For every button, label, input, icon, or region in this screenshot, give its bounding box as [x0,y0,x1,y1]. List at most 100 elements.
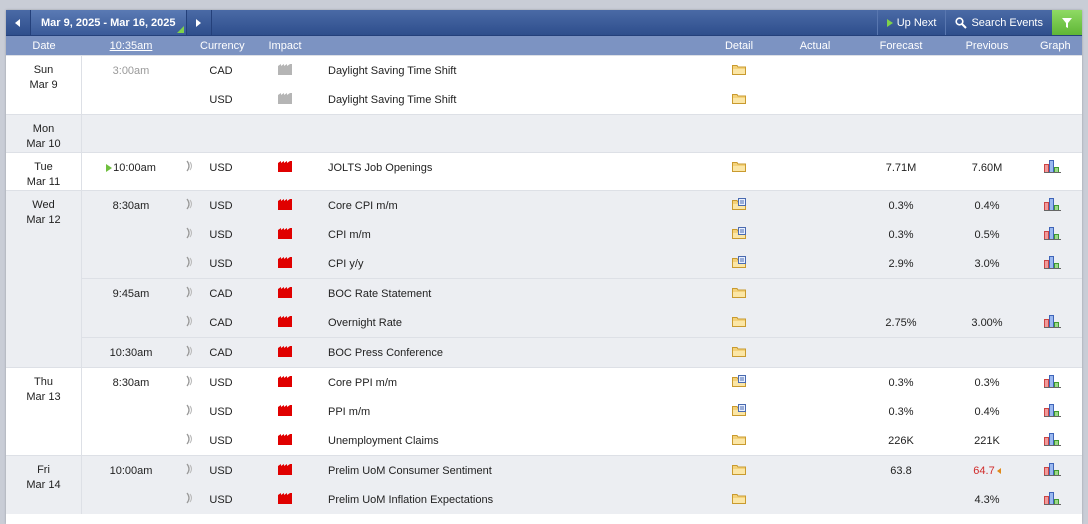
prev-week-button[interactable] [6,10,31,35]
detail-folder-icon[interactable] [716,286,762,301]
event-row[interactable]: USD PPI m/m 0.3% 0.4% [82,397,1082,426]
event-title[interactable]: Core CPI m/m [328,200,716,212]
event-row[interactable]: 8:30am USD Core CPI m/m 0.3% 0.4% [82,191,1082,220]
event-row[interactable]: USD CPI y/y 2.9% 3.0% [82,249,1082,278]
alert-icon[interactable] [180,433,200,448]
alert-icon[interactable] [180,198,200,213]
impact-icon[interactable] [242,433,328,448]
graph-icon[interactable] [1040,314,1064,331]
col-time-current[interactable]: 10:35am [82,40,180,52]
event-row[interactable]: 8:30am USD Core PPI m/m 0.3% 0.3% [82,368,1082,397]
event-title[interactable]: Prelim UoM Consumer Sentiment [328,465,716,477]
event-row[interactable]: 10:30am CAD BOC Press Conference [82,337,1082,367]
graph-icon[interactable] [1040,226,1064,243]
impact-icon[interactable] [242,92,328,107]
graph-icon[interactable] [1040,491,1064,508]
event-row[interactable]: CAD Overnight Rate 2.75% 3.00% [82,308,1082,337]
event-row[interactable]: 10:00am USD Prelim UoM Consumer Sentiment 6… [82,456,1082,485]
graph-icon[interactable] [1040,197,1064,214]
previous-value: 64.7 [973,464,995,477]
graph-icon[interactable] [1040,432,1064,449]
graph-icon[interactable] [1040,403,1064,420]
alert-icon[interactable] [180,345,200,360]
alert-icon[interactable] [180,492,200,507]
next-week-button[interactable] [187,10,212,35]
event-time: 3:00am [112,64,150,77]
filter-button[interactable] [1052,10,1082,35]
event-time: 10:00am [109,464,153,477]
alert-icon[interactable] [180,227,200,242]
impact-icon[interactable] [242,63,328,78]
graph-icon[interactable] [1040,374,1064,391]
alert-icon[interactable] [180,463,200,478]
detail-folder-icon[interactable] [716,492,762,507]
detail-folder-icon[interactable] [716,463,762,478]
previous-cell: 3.00% [934,317,1040,329]
detail-folder-icon[interactable] [716,433,762,448]
event-row[interactable]: 10:00am USD JOLTS Job Openings 7.71M 7.60M [82,153,1082,182]
graph-icon[interactable] [1040,255,1064,272]
filter-icon [1062,17,1072,28]
event-row[interactable]: 9:45am CAD BOC Rate Statement [82,278,1082,308]
up-next-button[interactable]: Up Next [876,10,946,35]
day-label: Mon Mar 10 [6,115,82,152]
event-title[interactable]: Daylight Saving Time Shift [328,94,716,106]
alert-icon[interactable] [180,404,200,419]
event-title[interactable]: BOC Rate Statement [328,288,716,300]
event-title[interactable]: JOLTS Job Openings [328,162,716,174]
forecast-value: 7.71M [885,161,917,174]
currency: USD [209,161,233,174]
col-forecast: Forecast [879,39,923,52]
previous-value: 4.3% [974,493,1000,506]
impact-icon[interactable] [242,345,328,360]
event-row[interactable]: USD Unemployment Claims 226K 221K [82,426,1082,455]
event-title[interactable]: Unemployment Claims [328,435,716,447]
event-row[interactable]: USD Prelim UoM Inflation Expectations 4.3% [82,485,1082,514]
weekday: Mon [32,123,55,135]
impact-icon[interactable] [242,492,328,507]
alert-icon[interactable] [180,375,200,390]
detail-folder-icon[interactable] [716,256,762,271]
revised-arrow-icon[interactable] [996,467,1001,474]
detail-folder-icon[interactable] [716,160,762,175]
calendar-body: Sun Mar 9 3:00am CAD Daylight Saving Time Sh… [6,55,1082,514]
search-events-button[interactable]: Search Events [945,10,1052,35]
event-row[interactable]: USD Daylight Saving Time Shift [82,85,1082,114]
impact-icon[interactable] [242,375,328,390]
impact-icon[interactable] [242,227,328,242]
event-title[interactable]: Overnight Rate [328,317,716,329]
event-title[interactable]: Prelim UoM Inflation Expectations [328,494,716,506]
impact-icon[interactable] [242,404,328,419]
impact-icon[interactable] [242,160,328,175]
event-time: 8:30am [112,199,150,212]
event-title[interactable]: Core PPI m/m [328,377,716,389]
detail-folder-icon[interactable] [716,92,762,107]
detail-folder-icon[interactable] [716,375,762,390]
impact-icon[interactable] [242,315,328,330]
event-title[interactable]: CPI m/m [328,229,716,241]
detail-folder-icon[interactable] [716,198,762,213]
event-title[interactable]: Daylight Saving Time Shift [328,65,716,77]
detail-folder-icon[interactable] [716,227,762,242]
alert-icon[interactable] [180,160,200,175]
alert-icon[interactable] [180,315,200,330]
impact-icon[interactable] [242,463,328,478]
detail-folder-icon[interactable] [716,63,762,78]
graph-icon[interactable] [1040,159,1064,176]
detail-folder-icon[interactable] [716,345,762,360]
event-row[interactable]: USD CPI m/m 0.3% 0.5% [82,220,1082,249]
event-row[interactable]: 3:00am CAD Daylight Saving Time Shift [82,56,1082,85]
detail-folder-icon[interactable] [716,404,762,419]
graph-icon[interactable] [1040,462,1064,479]
detail-folder-icon[interactable] [716,315,762,330]
date-range-selector[interactable]: Mar 9, 2025 - Mar 16, 2025 [31,10,187,35]
event-title[interactable]: BOC Press Conference [328,347,716,359]
event-title[interactable]: PPI m/m [328,406,716,418]
event-title[interactable]: CPI y/y [328,258,716,270]
impact-icon[interactable] [242,286,328,301]
impact-icon[interactable] [242,256,328,271]
empty-day [82,115,1082,152]
impact-icon[interactable] [242,198,328,213]
alert-icon[interactable] [180,286,200,301]
alert-icon[interactable] [180,256,200,271]
